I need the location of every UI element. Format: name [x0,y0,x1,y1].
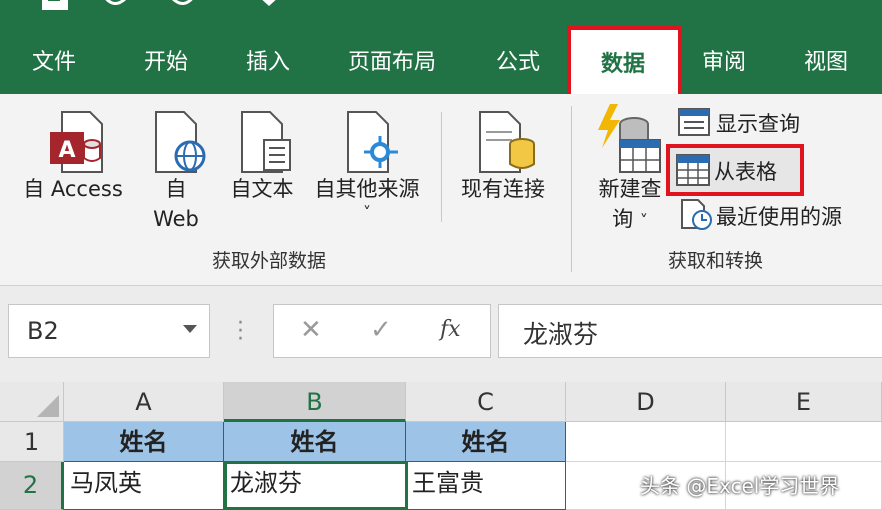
undo-icon[interactable] [100,0,130,14]
column-header-d[interactable]: D [566,382,726,422]
tab-home[interactable]: 开始 [144,44,188,76]
select-all-button[interactable] [0,382,64,422]
from-table-button[interactable]: 从表格 [666,144,804,196]
cell-e1[interactable] [726,422,882,462]
enter-icon[interactable]: ✓ [370,315,392,345]
from-table-label: 从表格 [714,160,777,184]
formula-input-value: 龙淑芬 [523,320,599,349]
existing-connections-label: 现有连接 [461,177,545,201]
cancel-icon[interactable]: ✕ [300,315,322,345]
from-other-sources-caret: ˅ [363,203,371,222]
watermark: 头条 @Excel学习世界 [640,474,840,498]
show-queries-icon [678,108,710,136]
tab-insert[interactable]: 插入 [246,44,290,76]
text-file-icon [241,111,291,173]
new-query-label-1: 新建查 [598,177,662,201]
from-text-button[interactable]: 自文本 [222,174,302,204]
from-web-label-1: 自 [165,177,187,201]
row-header-1[interactable]: 1 [0,422,64,462]
svg-text:A: A [58,138,75,163]
from-web-button[interactable]: 自 Web [146,174,206,234]
group-label-get-external-data: 获取外部数据 [212,250,327,272]
existing-connections-button[interactable]: 现有连接 [448,174,558,204]
column-header-a[interactable]: A [64,382,224,422]
column-header-b[interactable]: B [224,382,406,422]
web-globe-icon [155,111,206,173]
table-icon [676,154,710,186]
row-header-2[interactable]: 2 [0,462,64,510]
formula-bar-buttons: ✕ ✓ fx [273,304,491,358]
customize-toolbar-icon[interactable] [254,0,284,14]
recent-sources-button[interactable]: 最近使用的源 [716,201,842,231]
column-header-e[interactable]: E [726,382,882,422]
tab-file[interactable]: 文件 [32,44,76,76]
formula-bar-grip[interactable]: · · · [237,313,244,351]
cell-c1[interactable]: 姓名 [406,422,566,462]
other-sources-icon [347,111,398,173]
redo-icon[interactable] [168,0,198,14]
show-queries-button[interactable]: 显示查询 [716,108,800,138]
cell-b1[interactable]: 姓名 [224,422,406,462]
from-text-label: 自文本 [230,177,294,201]
tab-data-label: 数据 [601,52,646,77]
existing-connections-icon [479,111,535,173]
new-query-caret: ˅ [639,211,648,230]
ribbon-group-separator [571,106,572,272]
new-query-button[interactable]: 新建查 询 ˅ [590,174,670,236]
access-database-icon: A [50,111,103,173]
tab-formulas[interactable]: 公式 [496,44,540,76]
from-access-label: 自 Access [23,177,123,201]
chevron-down-icon[interactable] [183,325,197,333]
group-label-get-transform: 获取和转换 [668,250,764,272]
recent-sources-icon [681,199,712,230]
cell-c2[interactable]: 王富贵 [406,462,566,510]
insert-function-icon[interactable]: fx [440,317,461,342]
column-header-c[interactable]: C [406,382,566,422]
save-icon[interactable] [38,0,74,14]
ribbon-separator [441,112,442,222]
select-all-triangle-icon [37,395,59,417]
tab-page-layout[interactable]: 页面布局 [348,44,436,76]
from-other-sources-button[interactable]: 自其他来源 ˅ [304,174,430,222]
name-box-value: B2 [27,317,59,345]
from-access-button[interactable]: 自 Access [16,174,130,204]
tab-data[interactable]: 数据 [567,26,682,98]
from-web-label-2: Web [153,207,199,231]
new-query-icon [598,104,661,173]
new-query-label-2-text: 询 [612,207,634,231]
formula-input[interactable]: 龙淑芬 [498,304,882,358]
tab-review[interactable]: 审阅 [702,44,746,76]
title-tab-bar: 文件 开始 插入 页面布局 公式 审阅 视图 [0,0,882,94]
tab-view[interactable]: 视图 [804,44,848,76]
cell-a2[interactable]: 马凤英 [64,462,224,510]
cell-a1[interactable]: 姓名 [64,422,224,462]
from-other-sources-label: 自其他来源 [314,177,420,201]
new-query-label-2: 询 ˅ [590,204,670,236]
active-cell-border [224,461,408,510]
name-box[interactable]: B2 [8,304,210,358]
cell-d1[interactable] [566,422,726,462]
